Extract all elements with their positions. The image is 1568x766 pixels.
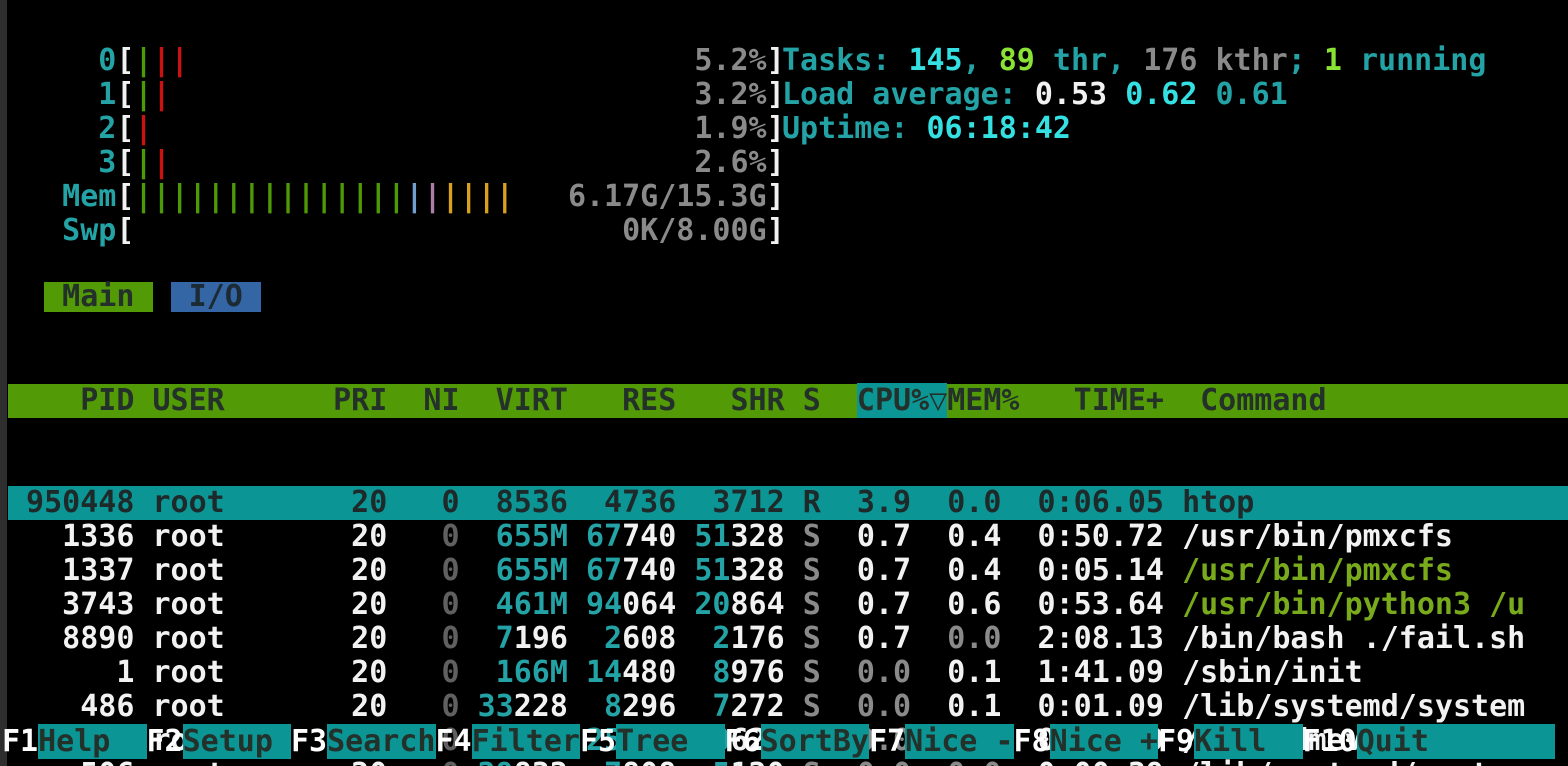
fn-key-f7[interactable]: F7 <box>869 724 905 759</box>
cpu3-meter: 3[|| 2.6%] <box>8 146 785 180</box>
process-table: PID USER PRI NI VIRT RES SHR S CPU%▽MEM%… <box>8 316 1568 766</box>
meter-tick: | <box>225 179 243 214</box>
fn-quit-button[interactable]: Quit <box>1357 724 1556 759</box>
meter-tick: | <box>134 145 152 180</box>
process-row-1336[interactable]: 1336 root 20 0 655M 67740 51328 S 0.7 0.… <box>8 520 1568 554</box>
fn-key-f6[interactable]: F6 <box>725 724 761 759</box>
column-headers-left[interactable]: PID USER PRI NI VIRT RES SHR S <box>8 383 857 418</box>
process-command: /lib/systemd/system <box>1182 689 1525 724</box>
meter-tick: | <box>134 111 152 146</box>
fn-tree-button[interactable]: Tree <box>616 724 724 759</box>
meter-value: 3.2% <box>694 77 766 112</box>
meter-value: 0K/8.00G <box>622 213 767 248</box>
meter-tick: | <box>442 179 460 214</box>
process-row-3743[interactable]: 3743 root 20 0 461M 94064 20864 S 0.7 0.… <box>8 588 1568 622</box>
meter-tick: | <box>423 179 441 214</box>
meter-tick: | <box>171 179 189 214</box>
meter-value: 5.2% <box>694 43 766 78</box>
meter-tick: | <box>153 179 171 214</box>
fn-nice--button[interactable]: Nice - <box>905 724 1013 759</box>
meter-tick: | <box>351 179 369 214</box>
fn-key-f3[interactable]: F3 <box>291 724 327 759</box>
terminal-left-edge <box>0 0 7 766</box>
fn-key-f5[interactable]: F5 <box>580 724 616 759</box>
process-command: /usr/bin/pmxcfs <box>1182 519 1453 554</box>
meter-tick: | <box>207 179 225 214</box>
meter-tick: | <box>387 179 405 214</box>
process-command: /sbin/init <box>1182 655 1363 690</box>
process-command: /bin/bash ./fail.sh <box>1182 621 1525 656</box>
meter-tick: | <box>405 179 423 214</box>
meter-tick: | <box>496 179 514 214</box>
tab-io[interactable]: I/O <box>171 282 261 312</box>
process-row-8890[interactable]: 8890 root 20 0 7196 2608 2176 S 0.7 0.0 … <box>8 622 1568 656</box>
process-row-486[interactable]: 486 root 20 0 33228 8296 7272 S 0.0 0.1 … <box>8 690 1568 724</box>
meter-tick: | <box>153 43 171 78</box>
fn-key-f4[interactable]: F4 <box>436 724 472 759</box>
meter-tick: | <box>134 77 152 112</box>
fn-key-f2[interactable]: F2 <box>147 724 183 759</box>
fn-filter-button[interactable]: Filter <box>472 724 580 759</box>
screen-tabs: Main I/O <box>8 282 261 312</box>
fn-setup-button[interactable]: Setup <box>183 724 291 759</box>
cpu1-meter: 1[|| 3.2%] <box>8 78 785 112</box>
column-headers-right[interactable]: MEM% TIME+ Command <box>947 383 1326 418</box>
process-row-506[interactable]: 506 root 20 0 29832 7808 5120 S 0.0 0.0 … <box>8 758 1568 766</box>
meter-tick: | <box>333 179 351 214</box>
cpu0-meter: 0[||| 5.2%] <box>8 44 785 78</box>
meter-tick: | <box>279 179 297 214</box>
process-row-950448[interactable]: 950448 root 20 0 8536 4736 3712 R 3.9 0.… <box>8 486 1568 520</box>
htop-terminal: 0[||| 5.2%] 1[|| 3.2%] 2[| 1.9%] 3[|| 2.… <box>0 0 1568 766</box>
process-row-1[interactable]: 1 root 20 0 166M 14480 8976 S 0.0 0.1 1:… <box>8 656 1568 690</box>
meter-tick: | <box>261 179 279 214</box>
meter-tick: | <box>297 179 315 214</box>
meter-tick: | <box>478 179 496 214</box>
cpu2-meter: 2[| 1.9%] <box>8 112 785 146</box>
meter-value: 6.17G/15.3G <box>568 179 767 214</box>
meter-tick: | <box>315 179 333 214</box>
fn-nice--button[interactable]: Nice + <box>1050 724 1158 759</box>
meters-panel: 0[||| 5.2%] 1[|| 3.2%] 2[| 1.9%] 3[|| 2.… <box>8 44 785 248</box>
meter-tick: | <box>369 179 387 214</box>
meter-tick: | <box>153 77 171 112</box>
meter-tick: | <box>153 145 171 180</box>
meter-value: 1.9% <box>694 111 766 146</box>
fn-search-button[interactable]: Search <box>327 724 435 759</box>
tab-spacer <box>8 279 44 314</box>
meter-tick: | <box>189 179 207 214</box>
memory-meter: Mem[||||||||||||||||||||| 6.17G/15.3G] <box>8 180 785 214</box>
tab-main[interactable]: Main <box>44 282 152 312</box>
process-command: htop <box>1182 485 1254 520</box>
process-command: /usr/bin/pmxcfs <box>1182 553 1453 588</box>
fn-help-button[interactable]: Help <box>38 724 146 759</box>
meter-tick: | <box>171 43 189 78</box>
tasks-summary: Tasks: 145, 89 thr, 176 kthr; 1 running <box>782 44 1486 78</box>
meter-value: 2.6% <box>694 145 766 180</box>
function-key-bar: F1Help F2Setup F3SearchF4FilterF5Tree F6… <box>2 725 1568 759</box>
load-average: Load average: 0.53 0.62 0.61 <box>782 78 1486 112</box>
tab-gap <box>153 279 171 314</box>
column-header-cpu-sort[interactable]: CPU%▽ <box>857 383 947 418</box>
meter-tick: | <box>460 179 478 214</box>
uptime: Uptime: 06:18:42 <box>782 112 1486 146</box>
fn-key-f9[interactable]: F9 <box>1158 724 1194 759</box>
fn-key-f10[interactable]: F10 <box>1303 724 1357 759</box>
column-header-row[interactable]: PID USER PRI NI VIRT RES SHR S CPU%▽MEM%… <box>8 384 1568 418</box>
swap-meter: Swp[ 0K/8.00G] <box>8 214 785 248</box>
meter-tick: | <box>134 43 152 78</box>
process-row-1337[interactable]: 1337 root 20 0 655M 67740 51328 S 0.7 0.… <box>8 554 1568 588</box>
meter-tick: | <box>243 179 261 214</box>
fn-sortby-button[interactable]: SortBy <box>761 724 869 759</box>
fn-key-f8[interactable]: F8 <box>1014 724 1050 759</box>
tasks-panel: Tasks: 145, 89 thr, 176 kthr; 1 runningL… <box>782 44 1486 146</box>
meter-tick: | <box>134 179 152 214</box>
fn-kill-button[interactable]: Kill <box>1194 724 1302 759</box>
process-command: /usr/bin/python3 /u <box>1182 587 1525 622</box>
fn-key-f1[interactable]: F1 <box>2 724 38 759</box>
